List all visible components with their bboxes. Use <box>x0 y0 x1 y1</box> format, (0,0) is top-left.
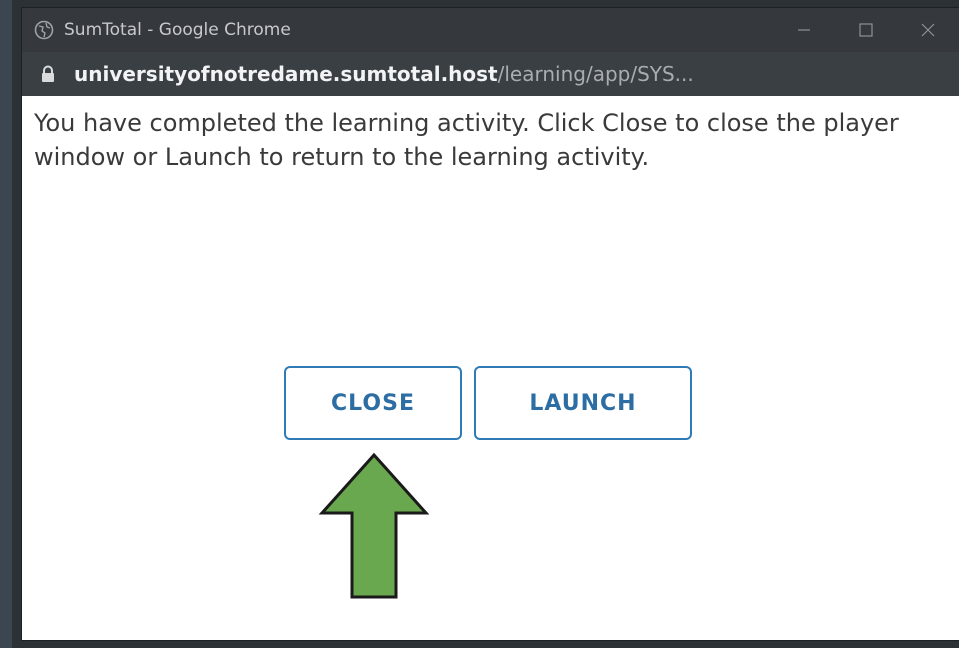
lock-icon <box>42 65 54 82</box>
minimize-icon <box>798 29 810 31</box>
close-button[interactable]: CLOSE <box>284 366 462 440</box>
up-arrow-icon <box>318 452 430 599</box>
window-controls <box>773 8 959 52</box>
dialog-content: You have completed the learning activity… <box>22 96 959 640</box>
launch-button[interactable]: LAUNCH <box>474 366 692 440</box>
address-bar[interactable]: universityofnotredame.sumtotal.host/lear… <box>22 52 959 96</box>
url-path: /learning/app/SYS... <box>497 62 694 86</box>
maximize-button[interactable] <box>835 8 897 52</box>
window-title: SumTotal - Google Chrome <box>64 20 291 40</box>
browser-popup-window: SumTotal - Google Chrome universityofnot… <box>12 0 959 648</box>
window-frame: SumTotal - Google Chrome universityofnot… <box>22 8 959 640</box>
close-window-icon <box>921 23 935 37</box>
close-window-button[interactable] <box>897 8 959 52</box>
title-row: SumTotal - Google Chrome <box>22 8 959 52</box>
url-text: universityofnotredame.sumtotal.host/lear… <box>74 62 694 86</box>
maximize-icon <box>859 23 873 37</box>
minimize-button[interactable] <box>773 8 835 52</box>
url-host: universityofnotredame.sumtotal.host <box>74 62 498 86</box>
globe-icon <box>34 20 54 40</box>
completion-message: You have completed the learning activity… <box>34 109 899 171</box>
title-bar: SumTotal - Google Chrome universityofnot… <box>22 8 959 96</box>
